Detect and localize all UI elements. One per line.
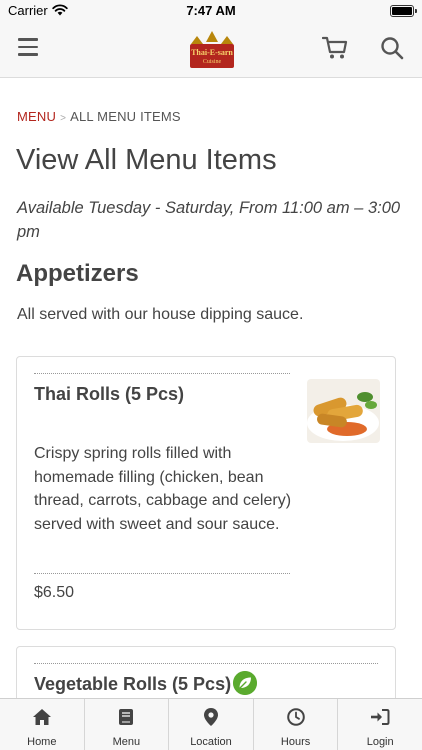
cart-icon[interactable] (322, 36, 348, 60)
restaurant-logo[interactable]: Thai-E-sarn Cuisine (187, 30, 237, 70)
menu-book-icon (119, 709, 134, 725)
divider (34, 573, 290, 574)
tab-location[interactable]: Location (169, 699, 254, 750)
tab-login[interactable]: Login (338, 699, 422, 750)
tab-label: Menu (112, 736, 141, 748)
status-bar: Carrier 7:47 AM (0, 0, 422, 22)
breadcrumb-current: ALL MENU ITEMS (70, 109, 181, 124)
login-icon (371, 709, 390, 725)
item-name: Thai Rolls (5 Pcs) (34, 384, 185, 404)
bottom-tab-bar: Home Menu Location Hours Login (0, 698, 422, 750)
menu-item-card[interactable]: Thai Rolls (5 Pcs) Crispy spring rolls f… (16, 356, 396, 630)
tab-label: Hours (280, 736, 311, 748)
item-name: Vegetable Rolls (5 Pcs) (34, 671, 258, 697)
search-icon[interactable] (380, 36, 404, 60)
item-name-text: Vegetable Rolls (5 Pcs) (34, 673, 232, 694)
tab-label: Location (190, 736, 232, 748)
breadcrumb: MENU > ALL MENU ITEMS (17, 109, 181, 124)
tab-label: Login (366, 736, 394, 748)
app-header: Thai-E-sarn Cuisine (0, 22, 422, 78)
tab-menu[interactable]: Menu (85, 699, 170, 750)
tab-home[interactable]: Home (0, 699, 85, 750)
svg-text:Cuisine: Cuisine (203, 59, 222, 65)
spring-rolls-photo (307, 379, 380, 443)
home-icon (32, 709, 51, 725)
item-price: $6.50 (34, 584, 75, 601)
page-title: View All Menu Items (16, 144, 277, 176)
section-description: All served with our house dipping sauce. (17, 306, 304, 323)
breadcrumb-menu-link[interactable]: MENU (17, 109, 56, 124)
divider (34, 663, 378, 664)
main-content: MENU > ALL MENU ITEMS View All Menu Items … (0, 78, 422, 698)
battery-icon (390, 5, 414, 17)
divider (34, 373, 290, 374)
tab-hours[interactable]: Hours (254, 699, 339, 750)
breadcrumb-separator-icon: > (60, 113, 67, 124)
clock-icon (286, 708, 305, 726)
status-time: 7:47 AM (186, 3, 236, 18)
tab-label: Home (27, 736, 57, 748)
hamburger-menu-icon[interactable] (18, 38, 40, 58)
vegetarian-leaf-icon (233, 671, 258, 695)
availability-text: Available Tuesday - Saturday, From 11:00… (17, 199, 401, 241)
battery-tip (415, 9, 417, 13)
svg-text:Thai-E-sarn: Thai-E-sarn (191, 48, 233, 57)
menu-item-card[interactable]: Vegetable Rolls (5 Pcs) (16, 646, 396, 698)
item-description: Crispy spring rolls filled with homemade… (34, 445, 292, 533)
section-title: Appetizers (16, 260, 139, 287)
location-pin-icon (203, 708, 218, 726)
